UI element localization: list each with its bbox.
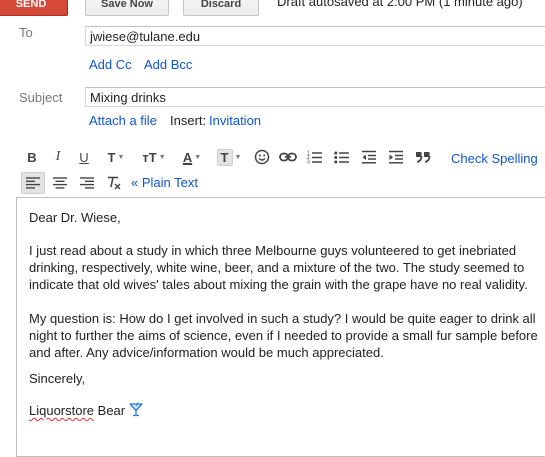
body-paragraph-2: My question is: How do I get involved in… — [29, 311, 538, 360]
smiley-icon — [254, 149, 270, 165]
align-right-icon — [80, 177, 94, 189]
add-cc-link[interactable]: Add Cc — [89, 57, 132, 72]
bullet-list-button[interactable] — [332, 147, 352, 167]
underline-icon: U — [79, 149, 89, 165]
remove-formatting-icon — [108, 176, 121, 190]
greeting-line: Dear Dr. Wiese, — [29, 210, 121, 225]
autosave-status: Draft autosaved at 2:00 PM (1 minute ago… — [277, 0, 523, 9]
chevron-down-icon: ▼ — [194, 153, 202, 161]
bold-button[interactable]: B — [24, 147, 40, 167]
italic-icon: I — [55, 149, 61, 164]
signature-surname: Bear — [94, 403, 126, 418]
check-spelling-link[interactable]: Check Spelling — [451, 151, 538, 166]
cocktail-glass-icon — [129, 402, 143, 421]
indent-more-icon — [389, 150, 403, 164]
font-icon: T — [107, 149, 116, 165]
quote-icon — [416, 152, 431, 163]
body-paragraph-1: I just read about a study in which three… — [29, 243, 528, 292]
chevron-down-icon: ▼ — [117, 153, 125, 161]
align-left-icon — [26, 177, 40, 189]
svg-text:3: 3 — [307, 160, 310, 165]
link-icon — [279, 152, 297, 162]
send-button[interactable]: SEND — [0, 0, 68, 16]
chevron-down-icon: ▼ — [158, 153, 166, 161]
bullet-list-icon — [334, 151, 349, 164]
font-size-button[interactable]: тT ▼ — [138, 147, 170, 167]
highlight-button[interactable]: T ▼ — [212, 147, 246, 167]
font-button[interactable]: T ▼ — [102, 147, 130, 167]
plain-text-link[interactable]: « Plain Text — [131, 175, 198, 190]
numbered-list-icon: 1 2 3 — [307, 151, 322, 165]
remove-formatting-button[interactable] — [104, 173, 124, 193]
align-right-button[interactable] — [77, 173, 97, 193]
align-left-button[interactable] — [21, 172, 45, 194]
invitation-link[interactable]: Invitation — [209, 113, 261, 128]
italic-button[interactable]: I — [50, 147, 66, 167]
save-now-button[interactable]: Save Now — [85, 0, 169, 16]
bold-icon: B — [27, 149, 37, 165]
indent-more-button[interactable] — [386, 147, 406, 167]
chevron-down-icon: ▼ — [234, 153, 242, 161]
indent-less-icon — [362, 150, 376, 164]
quote-button[interactable] — [413, 147, 433, 167]
text-color-button[interactable]: A ▼ — [176, 147, 208, 167]
closing-line: Sincerely, — [29, 371, 86, 386]
align-center-icon — [53, 177, 67, 189]
subject-label: Subject — [19, 90, 63, 105]
text-color-icon: A — [182, 149, 193, 165]
message-body-editor[interactable]: Dear Dr. Wiese, I just read about a stud… — [16, 197, 545, 457]
insert-link-button[interactable] — [278, 147, 298, 167]
discard-button[interactable]: Discard — [183, 0, 259, 16]
align-center-button[interactable] — [50, 173, 70, 193]
emoji-button[interactable] — [252, 147, 272, 167]
add-bcc-link[interactable]: Add Bcc — [144, 57, 192, 72]
signature-name-misspelled: Liquorstore — [29, 403, 95, 418]
subject-field[interactable]: Mixing drinks — [85, 87, 545, 107]
to-field[interactable]: jwiese@tulane.edu — [85, 26, 545, 46]
highlight-icon: T — [216, 148, 233, 166]
attach-file-link[interactable]: Attach a file — [89, 113, 157, 128]
compose-action-bar: SEND Save Now Discard Draft autosaved at… — [0, 0, 545, 18]
numbered-list-button[interactable]: 1 2 3 — [305, 147, 325, 167]
signature-line: Liquorstore Bear — [29, 402, 541, 421]
underline-button[interactable]: U — [76, 147, 92, 167]
indent-less-button[interactable] — [359, 147, 379, 167]
insert-label: Insert: — [170, 113, 207, 128]
to-label: To — [19, 25, 33, 40]
font-size-icon: тT — [142, 149, 157, 165]
